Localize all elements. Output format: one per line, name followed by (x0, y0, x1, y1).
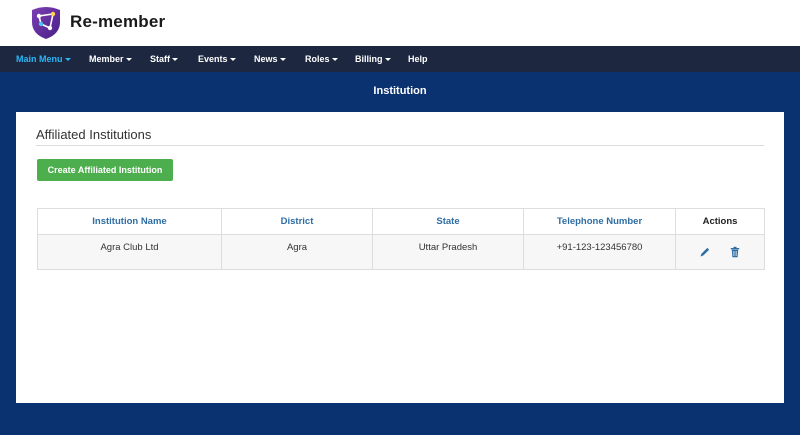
create-affiliated-institution-button[interactable]: Create Affiliated Institution (37, 159, 173, 181)
cell-institution-name: Agra Club Ltd (37, 234, 222, 270)
app-name: Re-member (70, 12, 166, 31)
top-header: Re-member (0, 0, 800, 46)
nav-label: Billing (355, 54, 383, 64)
nav-label: Events (198, 54, 228, 64)
caret-down-icon (384, 58, 391, 61)
nav-item-help[interactable]: Help (408, 46, 428, 72)
panel-heading: Affiliated Institutions (36, 127, 152, 142)
nav-item-staff[interactable]: Staff (150, 46, 178, 72)
edit-icon[interactable] (699, 246, 711, 258)
caret-down-icon (172, 58, 178, 61)
nav-item-roles[interactable]: Roles (305, 46, 338, 72)
cell-actions (675, 234, 765, 270)
nav-label: Main Menu (16, 54, 63, 64)
nav-item-main-menu[interactable]: Main Menu (16, 46, 71, 72)
table-header-row: Institution Name District State Telephon… (37, 208, 765, 235)
nav-item-billing[interactable]: Billing (355, 46, 391, 72)
page-title: Institution (373, 85, 427, 97)
nav-label: Help (408, 54, 428, 64)
caret-down-icon (331, 58, 338, 61)
main-navbar: Main Menu Member Staff Events News Roles… (0, 46, 800, 72)
column-header-telephone-number[interactable]: Telephone Number (523, 208, 676, 235)
column-header-actions: Actions (675, 208, 765, 235)
column-header-district[interactable]: District (221, 208, 373, 235)
column-header-institution-name[interactable]: Institution Name (37, 208, 222, 235)
cell-state: Uttar Pradesh (372, 234, 524, 270)
nav-item-member[interactable]: Member (89, 46, 132, 72)
divider (36, 145, 764, 146)
nav-label: Staff (150, 54, 170, 64)
caret-down-icon (229, 58, 236, 61)
caret-down-icon (125, 58, 132, 61)
table-row: Agra Club Ltd Agra Uttar Pradesh +91-123… (37, 234, 765, 270)
cell-telephone-number: +91-123-123456780 (523, 234, 676, 270)
nav-label: Roles (305, 54, 330, 64)
institutions-table: Institution Name District State Telephon… (37, 208, 765, 270)
caret-down-icon (64, 58, 71, 61)
app-logo-icon[interactable] (29, 4, 63, 40)
nav-item-news[interactable]: News (254, 46, 286, 72)
nav-item-events[interactable]: Events (198, 46, 236, 72)
affiliated-institutions-panel: Affiliated Institutions Create Affiliate… (16, 112, 784, 403)
caret-down-icon (279, 58, 286, 61)
trash-icon[interactable] (729, 246, 741, 258)
nav-label: News (254, 54, 278, 64)
nav-label: Member (89, 54, 124, 64)
cell-district: Agra (221, 234, 373, 270)
column-header-state[interactable]: State (372, 208, 524, 235)
